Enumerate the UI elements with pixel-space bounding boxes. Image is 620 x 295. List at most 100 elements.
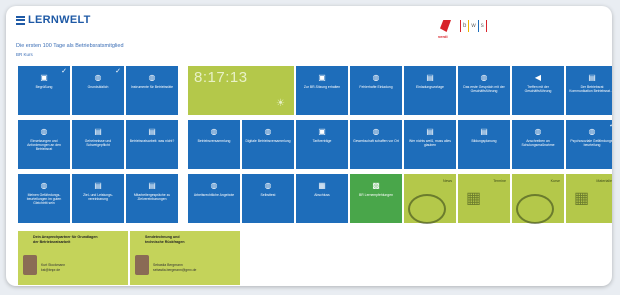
tile-label: Materialien [596, 179, 612, 183]
globe-icon: ◍ [372, 127, 380, 136]
tile-label: Selbsttest [260, 193, 276, 197]
globe-icon: ◍ [264, 181, 272, 190]
globe-icon: ◍ [40, 181, 48, 190]
globe-icon: ◍ [480, 73, 488, 82]
doc-icon: ▤ [480, 127, 488, 136]
tile-termine[interactable]: Termine ▦ [458, 174, 510, 223]
course-label: BR Kurs [16, 52, 33, 57]
tile-betriebsratsarbeit[interactable]: ▤ Betriebsratsarbeit: was nicht? [126, 120, 178, 169]
doc-icon: ▤ [426, 127, 434, 136]
globe-icon: ◍ [264, 127, 272, 136]
tile-label: Treffen mit der Geschäftsführung [524, 85, 552, 93]
bws-logo: b w s [460, 20, 487, 32]
clock-widget: 8:17:13 ☀ [188, 66, 294, 115]
tile-label: Abschluss [314, 193, 330, 197]
tile-ziel-und-leistungs[interactable]: ▤ Ziel- und Leistungs-vereinbarung [72, 174, 124, 223]
tile-label: Digitale Betriebsversammlung [245, 139, 291, 143]
doc-icon: ▤ [94, 181, 102, 190]
avatar [23, 255, 37, 275]
tile-anschreiben[interactable]: ◍ Anschreiben an Schulungsmaßnahme [512, 120, 564, 169]
tile-einladungsvorlage[interactable]: ▤ Einladungsvorlage [404, 66, 456, 115]
tile-br-lernempfehlungen[interactable]: ▩ BR Lernempfehlungen [350, 174, 402, 223]
globe-icon: ◍ [372, 73, 380, 82]
tile-label: Anschreiben an Schulungsmaßnahme [521, 139, 555, 147]
contact-name: Kurt Stockmann [41, 263, 66, 267]
globe-icon: ◍ [210, 127, 218, 136]
tile-label: Fehlerhafte Einladung [359, 85, 393, 89]
tile-begruessung[interactable]: ▣ Begrüßung ✓ [18, 66, 70, 115]
screen-icon: ▣ [40, 73, 48, 82]
contact-title: der Betriebsratsarbeit [33, 240, 71, 244]
tile-meine-gefaehrdungs[interactable]: ◍ Meinen Gefährdungs-beurteilungen im gut… [18, 174, 70, 223]
contact-title: Sendetechnung und [145, 235, 180, 239]
page-subtitle: Die ersten 100 Tage als Betriebsratsmitg… [16, 43, 124, 49]
globe-icon: ◍ [148, 73, 156, 82]
partner-logos: verdi b w s [438, 20, 487, 40]
tile-psychosoziale[interactable]: ◍ Psychosoziale Gefährdungs-beurteilung ✓ [566, 120, 612, 169]
tile-kurse[interactable]: Kurse [512, 174, 564, 224]
contact-card-grundlagen[interactable]: Dein Ansprechpartner für Grundlagen der … [18, 231, 128, 285]
tile-selbsttest[interactable]: ◍ Selbsttest [242, 174, 294, 223]
tile-news[interactable]: News [404, 174, 456, 224]
tile-label: Termine [493, 179, 506, 183]
tile-betriebsversammlung[interactable]: ◍ Betriebsversammlung [188, 120, 240, 169]
sun-icon: ☀ [276, 98, 285, 109]
tile-label: Wer nichts weiß, muss alles glauben [409, 139, 451, 147]
globe-icon: ◍ [94, 73, 102, 82]
tile-fehlerhafte-einladung[interactable]: ◍ Fehlerhafte Einladung [350, 66, 402, 115]
contact-name: Sebastia Bergmann [153, 263, 183, 267]
checkmark-icon: ✓ [115, 68, 121, 75]
tile-label: Der Betriebsrat Kommunikation Betriebsra… [569, 85, 612, 93]
tile-instrumente[interactable]: ◍ Instrumente für Betriebsräte [126, 66, 178, 115]
tile-grundsaetzlich[interactable]: ◍ Grundsätzlich ✓ [72, 66, 124, 115]
checkmark-icon: ✓ [61, 68, 67, 75]
tile-wer-nichts-weiss[interactable]: ▤ Wer nichts weiß, muss alles glauben [404, 120, 456, 169]
tile-abschluss[interactable]: ▦ Abschluss [296, 174, 348, 223]
app-window: LERNWELT Die ersten 100 Tage als Betrieb… [6, 6, 612, 286]
tile-label: Instrumente für Betriebsräte [130, 85, 174, 89]
tile-label: Psychosoziale Gefährdungs-beurteilung [570, 139, 612, 147]
tile-label: Das erste Gespräch mit der Geschäftsführ… [463, 85, 505, 93]
avatar [135, 255, 149, 275]
tile-einsetzungen[interactable]: ◍ Einsetzungen und Anforderungen an den B… [18, 120, 70, 169]
tile-label: Ziel- und Leistungs-vereinbarung [83, 193, 113, 201]
globe-icon: ◍ [588, 127, 596, 136]
tile-gewerkschaft[interactable]: ◍ Gewerkschaft schaffen vor Ort [350, 120, 402, 169]
tile-label: Einsetzungen und Anforderungen an den Be… [27, 139, 61, 151]
tile-digitale-betriebsversammlung[interactable]: ◍ Digitale Betriebsversammlung [242, 120, 294, 169]
doc-icon: ▤ [588, 73, 596, 82]
verdi-logo: verdi [438, 20, 454, 40]
doc-icon: ▤ [148, 127, 156, 136]
tile-label: News [443, 179, 452, 183]
tile-erstes-gespraech[interactable]: ◍ Das erste Gespräch mit der Geschäftsfüh… [458, 66, 510, 115]
tile-label: Geheimnisse und Schweigepflicht [84, 139, 112, 147]
decor-icon [516, 194, 554, 224]
tile-label: Begrüßung [35, 85, 53, 89]
tile-arbeitsrechtliche[interactable]: ◍ Arbeitsrechtliche Angebote [188, 174, 240, 223]
tile-label: Kurse [550, 179, 560, 183]
app-logo[interactable]: LERNWELT [16, 14, 91, 26]
tile-betriebsrat-kommunikation[interactable]: ▤ Der Betriebsrat Kommunikation Betriebsr… [566, 66, 612, 115]
tile-label: Gewerkschaft schaffen vor Ort [353, 139, 399, 143]
contact-title: technische Rückfragen [145, 240, 185, 244]
tile-label: Zur BR-Sitzung erhalten [303, 85, 341, 89]
tile-geheimnisse[interactable]: ▤ Geheimnisse und Schweigepflicht [72, 120, 124, 169]
picture-icon: ▩ [372, 181, 380, 190]
tile-label: Einladungsvorlage [416, 85, 444, 89]
contact-email[interactable]: sebastia.bergmann@gmx.de [153, 268, 196, 272]
tile-label: Betriebsratsarbeit: was nicht? [129, 139, 175, 143]
tile-bildungsplanung[interactable]: ▤ Bildungsplanung [458, 120, 510, 169]
tile-mitarbeitergespraeche[interactable]: ▤ Mitarbeitergespräche zu Zielvereinbarun… [126, 174, 178, 223]
tile-treffen[interactable]: ◀ Treffen mit der Geschäftsführung [512, 66, 564, 115]
decor-icon: ▦ [574, 190, 590, 207]
tile-label: Arbeitsrechtliche Angebote [193, 193, 235, 197]
tile-label: Meinen Gefährdungs-beurteilungen im gute… [26, 193, 62, 205]
doc-icon: ▤ [148, 181, 156, 190]
contact-title: Dein Ansprechpartner für Grundlagen [33, 235, 98, 239]
checkmark-icon: ✓ [609, 121, 612, 129]
tile-zur-br-sitzung[interactable]: ▣ Zur BR-Sitzung erhalten [296, 66, 348, 115]
tile-materialien[interactable]: Materialien ▦ [566, 174, 612, 223]
contact-card-technik[interactable]: Sendetechnung und technische Rückfragen … [130, 231, 240, 285]
contact-email[interactable]: kst@bnpr.de [41, 268, 60, 272]
tile-tarifvertraege[interactable]: ▣ Tarifverträge [296, 120, 348, 169]
